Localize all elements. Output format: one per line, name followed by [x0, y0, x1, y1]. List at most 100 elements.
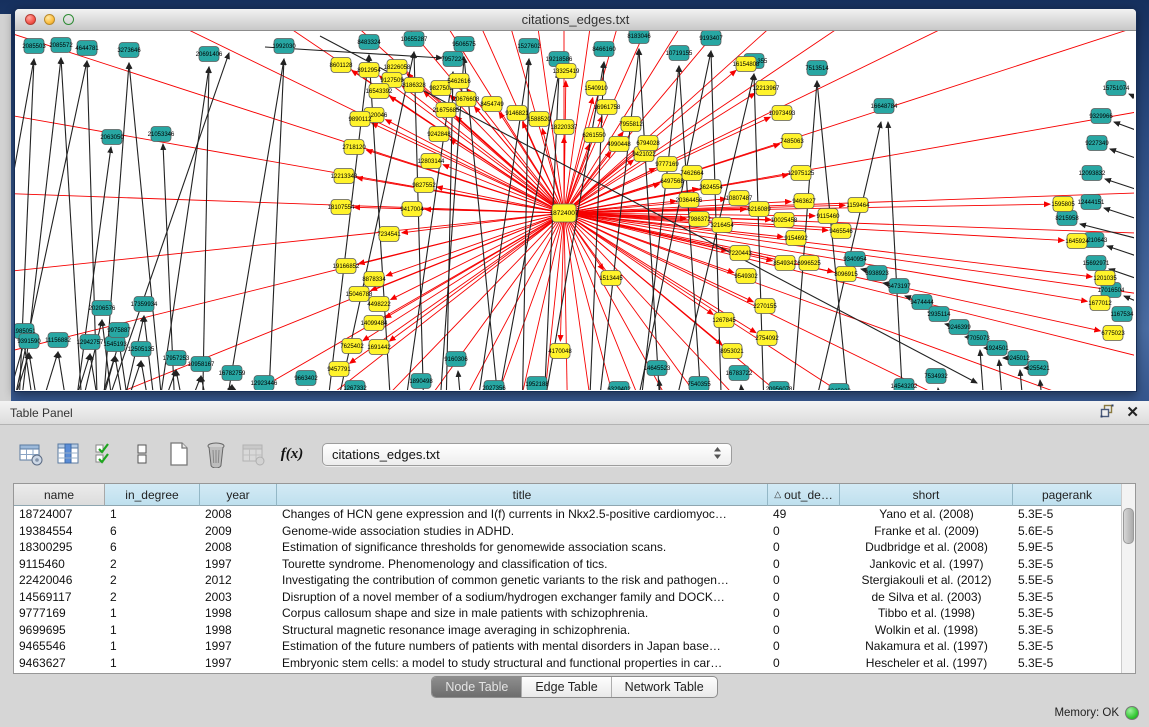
graph-node[interactable]: 2718120	[342, 140, 366, 155]
graph-node[interactable]: 7234541	[377, 227, 401, 242]
tab-edge-table[interactable]: Edge Table	[521, 677, 610, 697]
table-row[interactable]: 946362711997Embryonic stem cells: a mode…	[14, 655, 1135, 672]
graph-node[interactable]: 9457791	[327, 362, 351, 377]
graph-node[interactable]: 17957253	[163, 351, 190, 366]
graph-node[interactable]: 14645523	[644, 361, 671, 376]
graph-node[interactable]: 1159464	[847, 198, 871, 213]
graph-node[interactable]: 2085572	[49, 38, 73, 53]
graph-node[interactable]: 16543392	[366, 84, 393, 99]
column-header-in_degree[interactable]: in_degree	[105, 484, 200, 506]
table-mode-icon[interactable]	[16, 439, 46, 469]
graph-node[interactable]: 7220443	[728, 246, 752, 261]
graph-node[interactable]: 10655287	[401, 32, 428, 47]
graph-node[interactable]: 10807487	[726, 191, 753, 206]
graph-node[interactable]: 9663402	[294, 371, 318, 386]
tab-node-table[interactable]: Node Table	[432, 677, 521, 697]
graph-node[interactable]: 16961758	[594, 100, 621, 115]
graph-node[interactable]: 6794028	[636, 136, 660, 151]
graph-node[interactable]: 17359934	[131, 297, 158, 312]
graph-node[interactable]: 12942757	[77, 335, 104, 350]
table-row[interactable]: 969969511998Structural magnetic resonanc…	[14, 622, 1135, 639]
graph-node[interactable]: 12803144	[418, 154, 445, 169]
graph-node[interactable]: 10025458	[771, 213, 798, 228]
graph-node[interactable]: 9827552	[412, 178, 436, 193]
minimize-window-button[interactable]	[44, 14, 55, 25]
graph-node[interactable]: 4990448	[607, 137, 631, 152]
graph-node[interactable]: 1513445	[599, 271, 623, 286]
graph-node[interactable]: 2085503	[22, 39, 46, 54]
graph-node[interactable]: 8878334	[362, 272, 386, 287]
graph-node[interactable]: 9160306	[444, 352, 468, 367]
graph-node[interactable]: 6216089	[747, 202, 771, 217]
graph-node[interactable]: 1588520	[527, 112, 551, 127]
tab-network-table[interactable]: Network Table	[611, 677, 717, 697]
graph-node[interactable]: 10973493	[769, 106, 796, 121]
graph-node[interactable]: 9417004	[400, 202, 424, 217]
graph-node[interactable]: 20691406	[196, 47, 223, 62]
graph-node[interactable]: 1267845	[712, 313, 736, 328]
graph-node[interactable]: 16648784	[871, 99, 898, 114]
graph-node[interactable]: 21675685	[433, 103, 460, 118]
graph-node[interactable]: 8183046	[627, 31, 651, 44]
graph-node[interactable]: 1677012	[1088, 296, 1112, 311]
graph-node[interactable]: 12444151	[1078, 195, 1105, 210]
scrollbar-thumb[interactable]	[1123, 508, 1134, 544]
network-canvas[interactable]: 2085503208557246447813273646206914061992…	[15, 31, 1134, 390]
graph-node[interactable]: 10719155	[666, 46, 693, 61]
graph-node[interactable]: 1691442	[367, 340, 391, 355]
graph-node[interactable]: 9391590	[17, 334, 41, 349]
column-header-out_de[interactable]: △out_de…	[768, 484, 840, 506]
graph-node[interactable]: 3273646	[117, 43, 141, 58]
graph-node[interactable]: 7955812	[619, 117, 643, 132]
graph-node[interactable]: 12213343	[331, 169, 358, 184]
graph-node[interactable]: 9245012	[1006, 351, 1030, 366]
graph-node[interactable]: 1992030	[272, 39, 296, 54]
graph-node[interactable]: 20676608	[453, 92, 480, 107]
graph-node[interactable]: 9890112	[349, 112, 373, 127]
zoom-window-button[interactable]	[63, 14, 74, 25]
graph-node[interactable]: 19166852	[333, 259, 360, 274]
graph-node[interactable]: 7513514	[805, 61, 829, 76]
graph-node[interactable]: 1167534	[1111, 307, 1134, 322]
graph-node[interactable]: 8186328	[402, 78, 426, 93]
column-header-year[interactable]: year	[200, 484, 277, 506]
graph-node[interactable]: 6497568	[660, 174, 684, 189]
graph-node[interactable]: 1527602	[517, 39, 541, 54]
graph-node[interactable]: 8938923	[865, 266, 889, 281]
graph-node[interactable]: 9146821	[505, 106, 529, 121]
graph-node[interactable]: 4498222	[367, 297, 391, 312]
graph-node[interactable]: 9975887	[107, 323, 131, 338]
graph-node[interactable]: 7534932	[924, 369, 948, 384]
graph-node[interactable]: 3216454	[710, 218, 734, 233]
graph-node[interactable]: 2935114	[928, 307, 952, 322]
float-panel-icon[interactable]	[1100, 404, 1114, 421]
graph-node[interactable]: 16783722	[726, 366, 753, 381]
select-rows-icon[interactable]	[90, 439, 120, 469]
graph-node[interactable]: 8549342	[773, 256, 797, 271]
graph-node[interactable]: 12975125	[788, 166, 815, 181]
graph-node[interactable]: 2063050	[100, 130, 124, 145]
graph-node[interactable]: 20364456	[676, 193, 703, 208]
graph-node[interactable]: 9246399	[947, 320, 971, 335]
graph-node[interactable]: 9465546	[829, 224, 853, 239]
graph-node[interactable]: 9549302	[734, 269, 758, 284]
column-header-name[interactable]: name	[14, 484, 105, 506]
table-row[interactable]: 1830029562008Estimation of significance …	[14, 539, 1135, 556]
delete-column-icon[interactable]	[201, 439, 231, 469]
graph-node[interactable]: 1952188	[525, 377, 549, 391]
graph-node[interactable]: 9227349	[1085, 136, 1109, 151]
graph-node[interactable]: 9193407	[699, 31, 723, 46]
table-source-select[interactable]: citations_edges.txt	[322, 443, 732, 466]
column-header-short[interactable]: short	[840, 484, 1013, 506]
function-builder-icon[interactable]: f(x)	[275, 446, 309, 463]
graph-node[interactable]: 1545193	[103, 337, 127, 352]
table-row[interactable]: 1938455462009Genome-wide association stu…	[14, 523, 1135, 540]
graph-node[interactable]: 13325419	[553, 64, 580, 79]
table-row[interactable]: 946554611997Estimation of the future num…	[14, 638, 1135, 655]
graph-node[interactable]: 16154808	[733, 57, 760, 72]
graph-node[interactable]: 10958167	[188, 357, 215, 372]
graph-node[interactable]: 18107554	[328, 200, 355, 215]
graph-node[interactable]: 9506575	[452, 37, 476, 52]
table-row[interactable]: 2242004622012Investigating the contribut…	[14, 572, 1135, 589]
close-panel-icon[interactable]: ✕	[1126, 405, 1139, 420]
